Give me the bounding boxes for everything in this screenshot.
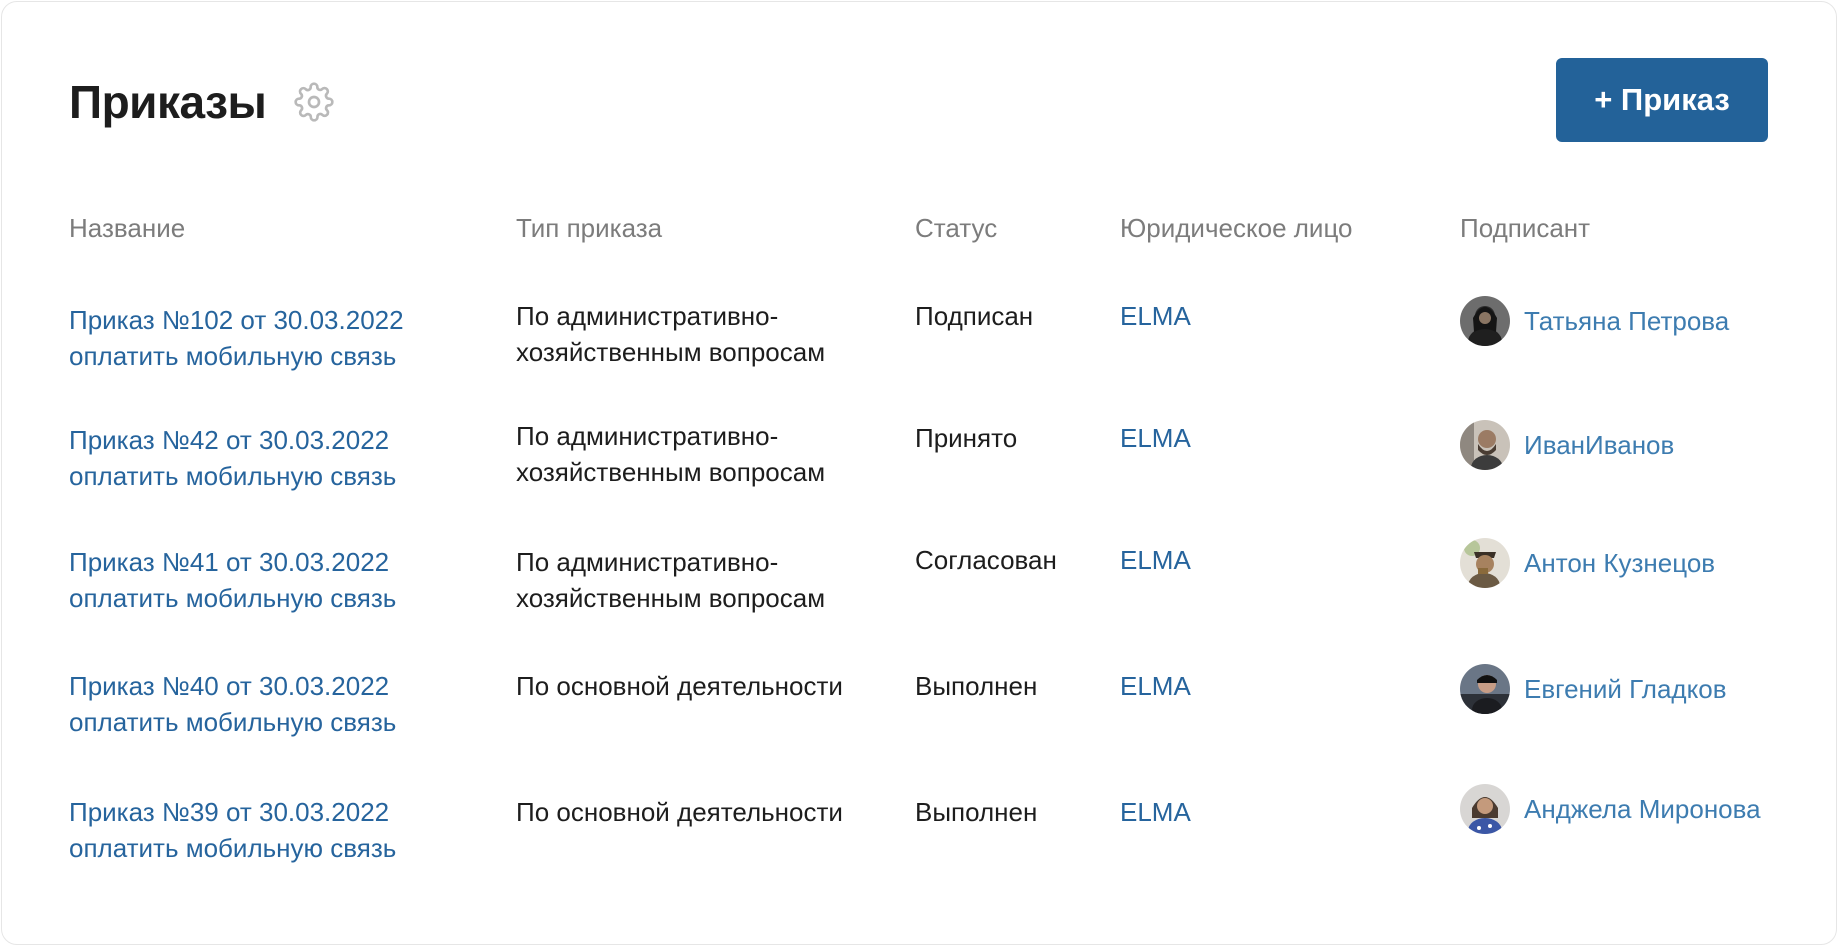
column-header-signer[interactable]: Подписант (1460, 210, 1590, 246)
order-status: Принято (915, 423, 1018, 453)
order-type: По основной деятельности (516, 671, 843, 701)
order-subtitle: оплатить мобильную связь (69, 583, 397, 613)
order-subtitle: оплатить мобильную связь (69, 341, 397, 371)
order-subtitle: оплатить мобильную связь (69, 707, 397, 737)
order-type: По основной деятельности (516, 797, 843, 827)
order-name-link[interactable]: Приказ №41 от 30.03.2022 оплатить мобиль… (69, 544, 396, 616)
avatar (1460, 664, 1510, 714)
order-status: Выполнен (915, 797, 1038, 827)
avatar (1460, 420, 1510, 470)
signer[interactable]: Антон Кузнецов (1460, 538, 1715, 588)
order-subtitle: оплатить мобильную связь (69, 833, 397, 863)
order-status: Подписан (915, 301, 1034, 331)
order-title: Приказ №42 от 30.03.2022 (69, 425, 390, 455)
column-header-name[interactable]: Название (69, 210, 185, 246)
order-status: Согласован (915, 545, 1057, 575)
order-name-link[interactable]: Приказ №40 от 30.03.2022 оплатить мобиль… (69, 668, 396, 740)
order-type: По административно-хозяйственным вопроса… (516, 547, 826, 613)
signer-name: ИванИванов (1524, 429, 1675, 460)
signer[interactable]: Евгений Гладков (1460, 664, 1727, 714)
table-row[interactable]: Приказ №39 от 30.03.2022 оплатить мобиль… (69, 784, 1769, 894)
signer[interactable]: Анджела Миронова (1460, 784, 1761, 834)
legal-entity-link[interactable]: ELMA (1120, 542, 1191, 578)
legal-entity-link[interactable]: ELMA (1120, 420, 1191, 456)
table-row[interactable]: Приказ №42 от 30.03.2022 оплатить мобиль… (69, 420, 1769, 522)
avatar (1460, 538, 1510, 588)
order-status: Выполнен (915, 671, 1038, 701)
table-row[interactable]: Приказ №40 от 30.03.2022 оплатить мобиль… (69, 664, 1769, 768)
order-title: Приказ №40 от 30.03.2022 (69, 671, 390, 701)
legal-entity-link[interactable]: ELMA (1120, 668, 1191, 704)
column-header-entity[interactable]: Юридическое лицо (1120, 210, 1353, 246)
signer[interactable]: Татьяна Петрова (1460, 296, 1729, 346)
add-order-button[interactable]: + Приказ (1556, 58, 1768, 142)
signer-name: Татьяна Петрова (1524, 305, 1730, 336)
order-name-link[interactable]: Приказ №102 от 30.03.2022 оплатить мобил… (69, 302, 404, 374)
order-title: Приказ №41 от 30.03.2022 (69, 547, 390, 577)
signer[interactable]: ИванИванов (1460, 420, 1674, 470)
signer-name: Анджела Миронова (1524, 793, 1761, 824)
order-name-link[interactable]: Приказ №42 от 30.03.2022 оплатить мобиль… (69, 422, 396, 494)
column-header-type[interactable]: Тип приказа (516, 210, 662, 246)
order-type: По административно-хозяйственным вопроса… (516, 421, 826, 487)
order-subtitle: оплатить мобильную связь (69, 461, 397, 491)
order-type: По административно-хозяйственным вопроса… (516, 301, 826, 367)
page-header: Приказы + Приказ (69, 58, 1768, 143)
order-title: Приказ №39 от 30.03.2022 (69, 797, 390, 827)
order-title: Приказ №102 от 30.03.2022 (69, 305, 404, 335)
gear-icon[interactable] (294, 82, 334, 122)
orders-card: Приказы + Приказ Название Тип приказа Ст… (1, 1, 1837, 945)
page-title: Приказы (69, 76, 267, 128)
table-row[interactable]: Приказ №41 от 30.03.2022 оплатить мобиль… (69, 538, 1769, 644)
avatar (1460, 784, 1510, 834)
signer-name: Евгений Гладков (1524, 673, 1727, 704)
avatar (1460, 296, 1510, 346)
legal-entity-link[interactable]: ELMA (1120, 298, 1191, 334)
signer-name: Антон Кузнецов (1524, 547, 1716, 578)
column-header-status[interactable]: Статус (915, 210, 997, 246)
table-row[interactable]: Приказ №102 от 30.03.2022 оплатить мобил… (69, 296, 1769, 402)
order-name-link[interactable]: Приказ №39 от 30.03.2022 оплатить мобиль… (69, 794, 396, 866)
legal-entity-link[interactable]: ELMA (1120, 794, 1191, 830)
